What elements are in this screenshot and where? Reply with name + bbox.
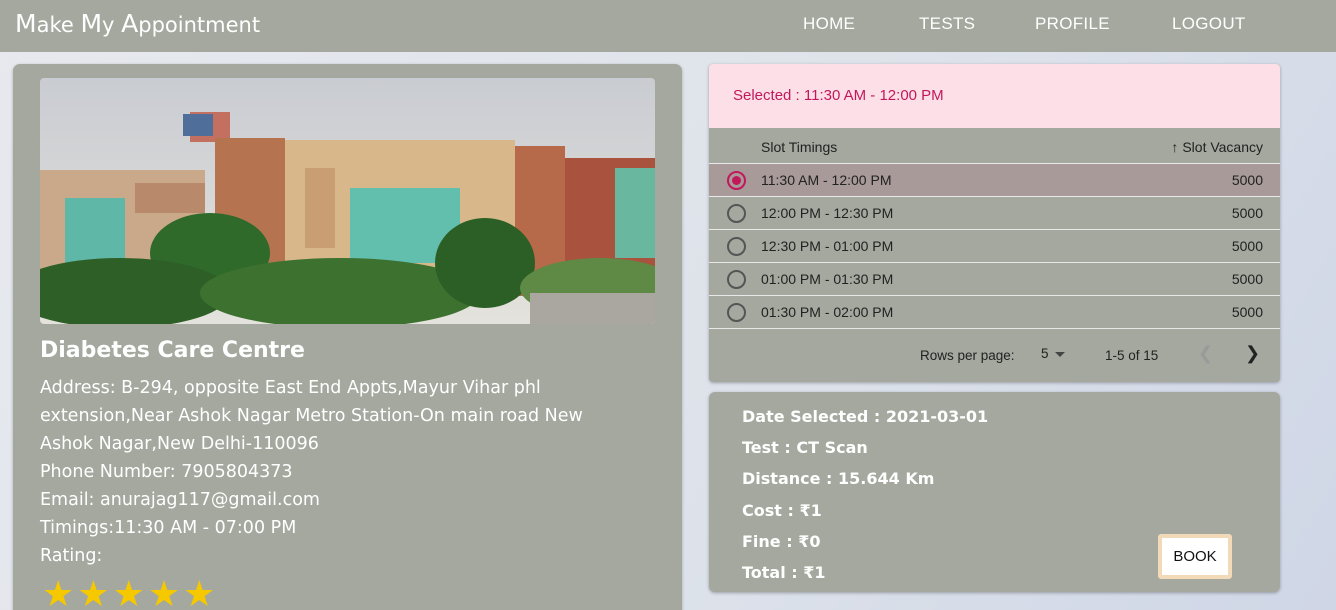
slot-time: 12:00 PM - 12:30 PM	[761, 205, 894, 221]
chevron-right-icon[interactable]: ❯	[1245, 343, 1260, 364]
nav-logout-link[interactable]: LOGOUT	[1172, 14, 1246, 34]
brand-letter: M	[15, 9, 37, 38]
centre-photo	[40, 78, 655, 324]
slot-row[interactable]: 01:30 PM - 02:00 PM 5000	[709, 296, 1280, 329]
slot-selection-card: Selected : 11:30 AM - 12:00 PM Slot Timi…	[709, 64, 1280, 382]
arrow-up-icon: ↑	[1171, 139, 1179, 155]
summary-date: Date Selected : 2021-03-01	[742, 407, 989, 426]
column-header-timings[interactable]: Slot Timings	[761, 139, 837, 155]
table-pagination: Rows per page: 5 1-5 of 15 ❮ ❯	[709, 330, 1280, 382]
centre-phone: Phone Number: 7905804373	[40, 462, 293, 482]
slot-time: 01:00 PM - 01:30 PM	[761, 271, 894, 287]
nav-tests-link[interactable]: TESTS	[919, 14, 975, 34]
brand-text: ake	[36, 13, 81, 37]
book-button[interactable]: BOOK	[1158, 534, 1232, 579]
chevron-left-icon[interactable]: ❮	[1198, 343, 1213, 364]
brand-text: y	[102, 13, 122, 37]
summary-distance: Distance : 15.644 Km	[742, 469, 935, 488]
column-header-vacancy-label: Slot Vacancy	[1182, 139, 1263, 155]
nav-profile-link[interactable]: PROFILE	[1035, 14, 1110, 34]
rating-label: Rating:	[40, 546, 103, 566]
star-icon: ★	[112, 574, 145, 610]
slot-vacancy: 5000	[1231, 172, 1263, 188]
brand-letter: M	[80, 9, 103, 38]
centre-timings: Timings:11:30 AM - 07:00 PM	[40, 518, 297, 538]
star-icon: ★	[42, 574, 75, 610]
booking-summary-card: Date Selected : 2021-03-01 Test : CT Sca…	[709, 392, 1280, 592]
slot-time: 01:30 PM - 02:00 PM	[761, 304, 894, 320]
slot-radio[interactable]	[727, 237, 746, 256]
rows-per-page-select[interactable]: 5	[1041, 346, 1065, 361]
pagination-range: 1-5 of 15	[1105, 348, 1159, 363]
selected-slot-banner: Selected : 11:30 AM - 12:00 PM	[709, 64, 1280, 128]
centre-address: Address: B-294, opposite East End Appts,…	[40, 378, 583, 454]
centre-details-card: Diabetes Care Centre Address: B-294, opp…	[13, 64, 682, 610]
slot-row[interactable]: 11:30 AM - 12:00 PM 5000	[709, 164, 1280, 197]
top-navbar: Make My Appointment HOME TESTS PROFILE L…	[0, 0, 1336, 52]
slot-row[interactable]: 12:00 PM - 12:30 PM 5000	[709, 197, 1280, 230]
centre-email: Email: anurajag117@gmail.com	[40, 490, 320, 510]
star-icon: ★	[147, 574, 181, 610]
slot-time: 11:30 AM - 12:00 PM	[761, 172, 892, 188]
centre-name: Diabetes Care Centre	[40, 338, 305, 363]
slot-row[interactable]: 01:00 PM - 01:30 PM 5000	[709, 263, 1280, 296]
slot-vacancy: 5000	[1231, 304, 1263, 320]
slot-vacancy: 5000	[1231, 205, 1263, 221]
slot-time: 12:30 PM - 01:00 PM	[761, 238, 894, 254]
summary-fine: Fine : ₹0	[742, 532, 821, 551]
centre-info: Address: B-294, opposite East End Appts,…	[40, 374, 640, 570]
slot-row[interactable]: 12:30 PM - 01:00 PM 5000	[709, 230, 1280, 263]
star-icon: ★	[183, 574, 216, 610]
rating-stars: ★★★★★	[42, 574, 218, 610]
slot-radio[interactable]	[727, 270, 746, 289]
slot-table-header: Slot Timings ↑ Slot Vacancy	[709, 128, 1280, 164]
column-header-vacancy[interactable]: ↑ Slot Vacancy	[1171, 139, 1263, 155]
star-icon: ★	[77, 574, 110, 610]
slot-vacancy: 5000	[1231, 271, 1263, 287]
nav-home-link[interactable]: HOME	[803, 14, 855, 34]
brand-letter: A	[121, 9, 139, 38]
slot-radio[interactable]	[727, 204, 746, 223]
slot-vacancy: 5000	[1231, 238, 1263, 254]
caret-down-icon	[1054, 351, 1065, 357]
slot-radio[interactable]	[727, 171, 746, 190]
brand-logo[interactable]: Make My Appointment	[15, 9, 260, 38]
rows-per-page-label: Rows per page:	[920, 348, 1015, 363]
brand-text: ppointment	[138, 13, 261, 37]
slot-radio[interactable]	[727, 303, 746, 322]
rows-per-page-value: 5	[1041, 346, 1049, 361]
summary-total: Total : ₹1	[742, 563, 826, 582]
summary-test: Test : CT Scan	[742, 438, 868, 457]
summary-cost: Cost : ₹1	[742, 501, 822, 520]
